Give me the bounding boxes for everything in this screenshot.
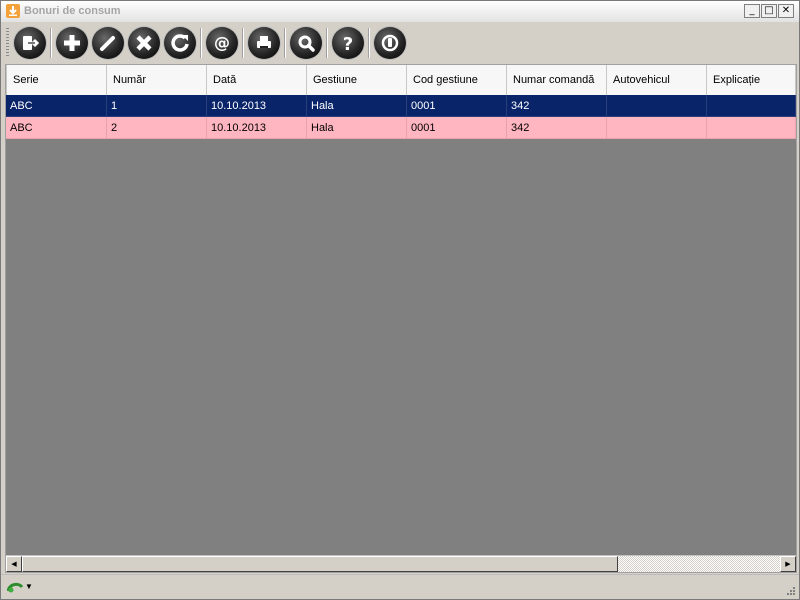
add-button[interactable] <box>56 27 88 59</box>
cell-gestiune[interactable]: Hala <box>307 117 407 139</box>
column-header-serie[interactable]: Serie <box>6 65 107 95</box>
window-title: Bonuri de consum <box>24 5 121 17</box>
add-icon <box>64 35 80 51</box>
help-button[interactable]: ? <box>332 27 364 59</box>
scrollbar-track[interactable] <box>618 556 780 572</box>
toolbar-separator <box>200 28 202 58</box>
email-button[interactable]: @ <box>206 27 238 59</box>
maximize-button[interactable]: □ <box>761 4 777 18</box>
email-icon: @ <box>214 33 230 52</box>
toolbar-separator <box>284 28 286 58</box>
cell-explicatie[interactable] <box>707 117 796 139</box>
refresh-button[interactable] <box>164 27 196 59</box>
scroll-right-button[interactable]: ▶ <box>780 556 796 572</box>
exit-icon <box>23 36 40 50</box>
minimize-button[interactable]: _ <box>744 4 760 18</box>
cell-data[interactable]: 10.10.2013 <box>207 117 307 139</box>
column-header-data[interactable]: Dată <box>207 65 307 95</box>
print-button[interactable] <box>248 27 280 59</box>
table-row[interactable]: ABC 2 10.10.2013 Hala 0001 342 <box>6 117 796 139</box>
main-window: Bonuri de consum _ □ ✕ @ ? Serie Număr D… <box>0 0 800 600</box>
print-icon <box>257 36 271 48</box>
column-header-autovehicul[interactable]: Autovehicul <box>607 65 707 95</box>
horizontal-scrollbar[interactable]: ◀ ▶ <box>6 555 796 572</box>
app-download-icon <box>6 4 20 18</box>
toolbar-separator <box>242 28 244 58</box>
cell-autovehicul[interactable] <box>607 95 707 117</box>
cell-cod-gestiune[interactable]: 0001 <box>407 117 507 139</box>
delete-icon <box>136 35 152 51</box>
toolbar-separator <box>368 28 370 58</box>
search-button[interactable] <box>290 27 322 59</box>
cell-numar[interactable]: 1 <box>107 95 207 117</box>
scroll-left-button[interactable]: ◀ <box>6 556 22 572</box>
cell-numar-comanda[interactable]: 342 <box>507 117 607 139</box>
delete-button[interactable] <box>128 27 160 59</box>
help-icon: ? <box>343 34 353 54</box>
exit-button[interactable] <box>14 27 46 59</box>
search-icon <box>298 35 315 52</box>
cell-numar-comanda[interactable]: 342 <box>507 95 607 117</box>
edit-button[interactable] <box>92 27 124 59</box>
column-header-cod-gestiune[interactable]: Cod gestiune <box>407 65 507 95</box>
title-bar[interactable]: Bonuri de consum _ □ ✕ <box>1 1 799 23</box>
cell-gestiune[interactable]: Hala <box>307 95 407 117</box>
svg-text:?: ? <box>343 34 353 54</box>
cell-autovehicul[interactable] <box>607 117 707 139</box>
cell-numar[interactable]: 2 <box>107 117 207 139</box>
toolbar: @ ? <box>1 22 799 63</box>
edit-icon <box>100 36 115 51</box>
power-button[interactable] <box>374 27 406 59</box>
cell-serie[interactable]: ABC <box>6 95 107 117</box>
cell-data[interactable]: 10.10.2013 <box>207 95 307 117</box>
column-header-gestiune[interactable]: Gestiune <box>307 65 407 95</box>
status-dropdown-icon[interactable]: ▼ <box>25 582 33 591</box>
refresh-icon <box>171 34 189 52</box>
cell-serie[interactable]: ABC <box>6 117 107 139</box>
table-row[interactable]: ABC 1 10.10.2013 Hala 0001 342 <box>6 95 796 117</box>
resize-grip-icon[interactable] <box>785 585 796 596</box>
column-header-numar[interactable]: Număr <box>107 65 207 95</box>
toolbar-separator <box>326 28 328 58</box>
scrollbar-thumb[interactable] <box>22 556 618 572</box>
status-connection-icon[interactable] <box>7 581 23 593</box>
column-header-numar-comanda[interactable]: Numar comandă <box>507 65 607 95</box>
grid-header: Serie Număr Dată Gestiune Cod gestiune N… <box>6 65 796 96</box>
column-header-explicatie[interactable]: Explicație <box>707 65 796 95</box>
cell-explicatie[interactable] <box>707 95 796 117</box>
close-button[interactable]: ✕ <box>778 4 794 18</box>
data-grid[interactable]: Serie Număr Dată Gestiune Cod gestiune N… <box>5 64 797 573</box>
toolbar-separator <box>50 28 52 58</box>
power-icon <box>381 34 399 52</box>
svg-text:@: @ <box>214 33 230 52</box>
toolbar-grip[interactable] <box>6 28 9 56</box>
cell-cod-gestiune[interactable]: 0001 <box>407 95 507 117</box>
status-bar: ▼ <box>1 574 799 599</box>
